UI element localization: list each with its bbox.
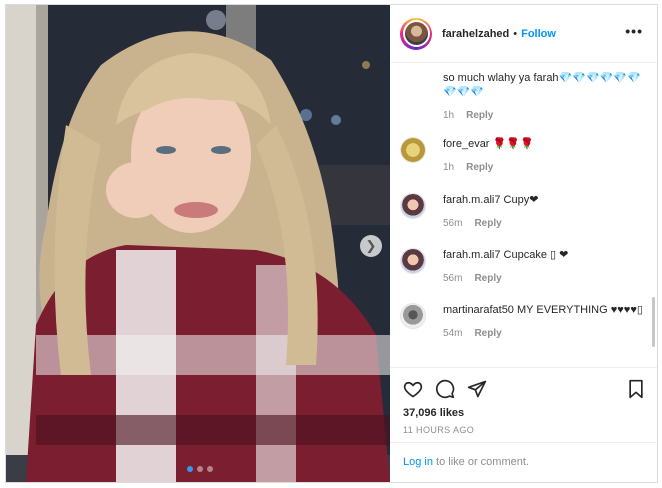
bookmark-icon[interactable] [627, 379, 645, 404]
follow-button[interactable]: Follow [521, 28, 556, 40]
carousel-indicator [187, 466, 213, 472]
comment-username[interactable]: martinarafat50 [443, 304, 514, 316]
commenter-avatar[interactable] [400, 303, 426, 329]
comment-icon[interactable] [435, 379, 455, 404]
comment-username[interactable]: farah.m.ali7 [443, 194, 500, 206]
comment-time: 56m [443, 218, 463, 229]
reply-button[interactable]: Reply [474, 218, 501, 229]
comments-list[interactable]: so much wlahy ya farah💎💎💎💎💎💎 💎💎💎 1h Reply … [390, 63, 657, 367]
like-count[interactable]: 37,096 likes [403, 407, 464, 419]
post-actions: 37,096 likes 11 HOURS AGO Log in to like… [390, 367, 657, 482]
comment-meta: 56m Reply [443, 217, 648, 231]
comment-text: Cupy❤ [503, 194, 539, 206]
login-prompt-text: to like or comment. [432, 456, 529, 468]
post-photo[interactable]: ❯ [6, 5, 390, 482]
reply-button[interactable]: Reply [466, 162, 493, 173]
reply-button[interactable]: Reply [474, 328, 501, 339]
portrait-illustration [6, 5, 390, 482]
comment-body: farah.m.ali7 Cupcake ▯ ❤ 56m Reply [443, 248, 648, 286]
post-header: farahelzahed • Follow ••• [390, 5, 657, 63]
more-options-icon[interactable]: ••• [625, 24, 643, 38]
comment-username[interactable]: fore_evar [443, 138, 489, 150]
instagram-post: ❯ farahelzahed • Follow ••• so much wlah… [5, 4, 658, 483]
login-prompt: Log in to like or comment. [390, 442, 657, 483]
commenter-avatar[interactable] [400, 193, 426, 219]
comment-text: Cupcake ▯ ❤ [503, 249, 569, 261]
comment-body: so much wlahy ya farah💎💎💎💎💎💎 💎💎💎 1h Reply [443, 71, 648, 123]
post-sidebar: farahelzahed • Follow ••• so much wlahy … [390, 5, 657, 482]
post-timestamp[interactable]: 11 HOURS AGO [403, 425, 474, 435]
commenter-avatar[interactable] [400, 248, 426, 274]
comment-body: farah.m.ali7 Cupy❤ 56m Reply [443, 193, 648, 231]
comment-body: fore_evar 🌹🌹🌹 1h Reply [443, 137, 648, 175]
avatar-image [402, 20, 430, 47]
reply-button[interactable]: Reply [466, 110, 493, 121]
author-avatar[interactable] [400, 17, 432, 50]
carousel-dot [187, 466, 193, 472]
comment-time: 1h [443, 110, 455, 121]
heart-icon[interactable] [403, 379, 423, 404]
carousel-dot [197, 466, 203, 472]
carousel-next-button[interactable]: ❯ [360, 235, 382, 257]
share-icon[interactable] [467, 379, 487, 404]
comment-text: so much wlahy ya farah💎💎💎💎💎💎 💎💎💎 [443, 72, 641, 98]
login-link[interactable]: Log in [403, 456, 433, 468]
reply-button[interactable]: Reply [474, 273, 501, 284]
comment-time: 54m [443, 328, 463, 339]
comment-text: MY EVERYTHING ♥♥♥♥▯ [517, 304, 643, 316]
chevron-right-icon: ❯ [365, 238, 377, 253]
comment-body: martinarafat50 MY EVERYTHING ♥♥♥♥▯ 54m Re… [443, 303, 648, 341]
comment-meta: 56m Reply [443, 272, 648, 286]
author-username[interactable]: farahelzahed [442, 28, 509, 40]
comment-time: 1h [443, 162, 455, 173]
comments-scrollbar[interactable] [652, 297, 655, 347]
commenter-avatar[interactable] [400, 137, 426, 163]
comment-time: 56m [443, 273, 463, 284]
comment-text: 🌹🌹🌹 [492, 138, 534, 150]
comment-meta: 1h Reply [443, 109, 648, 123]
comment-meta: 54m Reply [443, 327, 648, 341]
separator-dot: • [513, 27, 518, 40]
comment-meta: 1h Reply [443, 161, 648, 175]
comment-username[interactable]: farah.m.ali7 [443, 249, 500, 261]
carousel-dot [207, 466, 213, 472]
